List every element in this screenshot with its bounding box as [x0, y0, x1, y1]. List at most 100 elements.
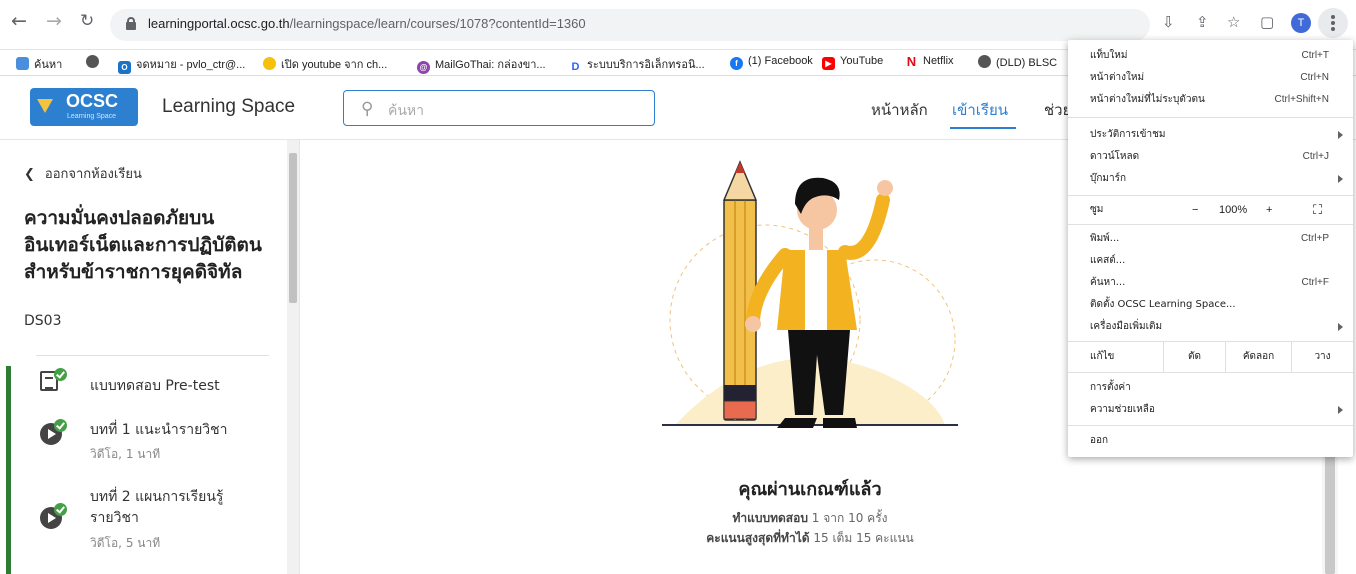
play-icon [40, 419, 67, 445]
attempts-line: ทำแบบทดสอบ 1 จาก 10 ครั้ง [600, 509, 1020, 528]
menu-zoom-label: ซูม [1090, 204, 1104, 215]
bookmark-outlook[interactable]: O จดหมาย - pvlo_ctr@... [118, 55, 245, 74]
star-icon[interactable]: ☆ [1227, 13, 1240, 31]
netflix-icon: N [905, 54, 918, 69]
check-icon [54, 419, 67, 432]
lesson-item-2[interactable]: บทที่ 2 แผนการเรียนรู้รายวิชา [90, 487, 250, 529]
sidebar-scroll-thumb[interactable] [289, 153, 297, 303]
fullscreen-icon[interactable]: ⛶ [1313, 198, 1322, 222]
play-icon [40, 503, 67, 529]
quiz-doc-icon [40, 368, 67, 394]
bookmark-youtube[interactable]: ▶ YouTube [822, 55, 883, 70]
back-arrow-icon[interactable]: ← [11, 10, 27, 32]
menu-settings[interactable]: การตั้งค่า [1090, 379, 1131, 397]
nav-learn[interactable]: เข้าเรียน [952, 98, 1008, 122]
lesson-meta-1: วิดีโอ, 1 นาที [90, 447, 161, 461]
zoom-value: 100% [1219, 204, 1248, 216]
profile-avatar[interactable]: T [1291, 13, 1311, 33]
globe-icon [978, 55, 991, 68]
menu-separator [1068, 224, 1353, 225]
menu-edit-row: แก้ไข ตัด คัดลอก วาง [1068, 342, 1353, 372]
menu-new-window[interactable]: หน้าต่างใหม่ [1090, 69, 1144, 87]
bookmark-dld[interactable]: (DLD) BLSC [978, 55, 1057, 69]
menu-separator [1068, 425, 1353, 426]
menu-cast[interactable]: แคสต์... [1090, 252, 1125, 270]
bookmark-globe[interactable] [86, 55, 104, 69]
menu-separator [1068, 117, 1353, 118]
menu-copy[interactable]: คัดลอก [1225, 342, 1291, 372]
progress-bar [6, 366, 11, 574]
bookmark-facebook[interactable]: f (1) Facebook [730, 55, 813, 70]
shortcut-incognito: Ctrl+Shift+N [1274, 94, 1329, 105]
menu-cut[interactable]: ตัด [1163, 342, 1225, 372]
search-input[interactable]: ⚲ ค้นหา [343, 90, 655, 126]
reload-icon[interactable]: ↻ [80, 11, 94, 31]
lesson-item-pretest[interactable]: แบบทดสอบ Pre-test [90, 376, 220, 397]
menu-find[interactable]: ค้นหา... [1090, 274, 1125, 292]
zoom-out-button[interactable]: − [1192, 198, 1198, 222]
score-value: 15 เต็ม 15 คะแนน [813, 531, 914, 545]
bookmark-search[interactable]: ค้นหา [16, 55, 62, 73]
share-icon[interactable]: ⇪ [1196, 13, 1209, 31]
bookmark-mailgothai[interactable]: @ MailGoThai: กล่องขา... [417, 55, 546, 74]
shortcut-find: Ctrl+F [1301, 277, 1330, 288]
menu-install[interactable]: ติดตั้ง OCSC Learning Space... [1090, 296, 1236, 314]
brand-title: Learning Space [162, 96, 296, 117]
menu-more-tools[interactable]: เครื่องมือเพิ่มเติม [1090, 318, 1162, 336]
pass-title: คุณผ่านเกณฑ์แล้ว [738, 479, 882, 500]
logo-mark-icon [37, 99, 53, 113]
sidepanel-icon[interactable]: ▢ [1260, 13, 1274, 31]
mailgothai-icon: @ [417, 61, 430, 74]
leave-classroom-link[interactable]: ❮ ออกจากห้องเรียน [24, 163, 142, 184]
menu-help[interactable]: ความช่วยเหลือ [1090, 401, 1155, 419]
menu-bookmarks[interactable]: บุ๊กมาร์ก [1090, 170, 1126, 188]
chevron-right-icon [1338, 406, 1343, 414]
menu-paste[interactable]: วาง [1291, 342, 1353, 372]
chrome-menu: แท็บใหม่ Ctrl+T หน้าต่างใหม่ Ctrl+N หน้า… [1068, 40, 1353, 457]
nav-home[interactable]: หน้าหลัก [871, 98, 928, 122]
menu-new-tab[interactable]: แท็บใหม่ [1090, 47, 1127, 65]
chevron-right-icon [1338, 323, 1343, 331]
youtube-icon: ▶ [822, 57, 835, 70]
kebab-icon[interactable] [1318, 8, 1348, 38]
pass-illustration [662, 160, 958, 428]
facebook-icon: f [730, 57, 743, 70]
address-bar[interactable]: learningportal.ocsc.go.th/learningspace/… [110, 9, 1150, 41]
chevron-left-icon: ❮ [24, 167, 35, 182]
search-placeholder: ค้นหา [388, 103, 425, 119]
menu-history[interactable]: ประวัติการเข้าชม [1090, 126, 1166, 144]
outlook-icon: O [118, 61, 131, 74]
install-icon[interactable]: ⇩ [1162, 13, 1175, 31]
check-icon [54, 503, 67, 516]
shortcut-print: Ctrl+P [1300, 233, 1329, 244]
check-icon [54, 368, 67, 381]
lesson-meta-2: วิดีโอ, 5 นาที [90, 536, 161, 550]
logo-subtext: Learning Space [67, 113, 117, 120]
lesson-item-1[interactable]: บทที่ 1 แนะนำรายวิชา [90, 420, 228, 441]
forward-arrow-icon[interactable]: → [46, 10, 62, 32]
menu-incognito[interactable]: หน้าต่างใหม่ที่ไม่ระบุตัวตน [1090, 91, 1205, 109]
zoom-in-button[interactable]: + [1266, 198, 1272, 222]
app-grid-icon [16, 57, 29, 70]
menu-downloads[interactable]: ดาวน์โหลด [1090, 148, 1139, 166]
course-code: DS03 [24, 313, 62, 329]
ocsc-logo[interactable]: OCSC Learning Space [30, 88, 138, 126]
menu-print[interactable]: พิมพ์... [1090, 230, 1119, 248]
globe-icon [86, 55, 99, 68]
shortcut-downloads: Ctrl+J [1302, 151, 1329, 162]
sidebar-divider [36, 355, 269, 356]
bookmark-eservice[interactable]: D ระบบบริการอิเล็กทรอนิ... [569, 55, 705, 74]
d-icon: D [569, 61, 582, 74]
url-text[interactable]: learningportal.ocsc.go.th/learningspace/… [148, 16, 586, 31]
attempts-label: ทำแบบทดสอบ [732, 511, 808, 525]
menu-exit[interactable]: ออก [1090, 432, 1108, 450]
course-title: ความมั่นคงปลอดภัยบนอินเทอร์เน็ตและการปฏิ… [24, 207, 262, 283]
emoji-icon [263, 57, 276, 70]
bookmark-netflix[interactable]: N Netflix [905, 55, 954, 68]
lock-icon[interactable] [126, 17, 136, 30]
menu-separator [1068, 372, 1353, 373]
logo-text: OCSC [66, 91, 119, 111]
shortcut-new-tab: Ctrl+T [1301, 50, 1330, 61]
nav-active-underline [950, 127, 1016, 129]
bookmark-youtube-ch[interactable]: เปิด youtube จาก ch... [263, 55, 387, 73]
